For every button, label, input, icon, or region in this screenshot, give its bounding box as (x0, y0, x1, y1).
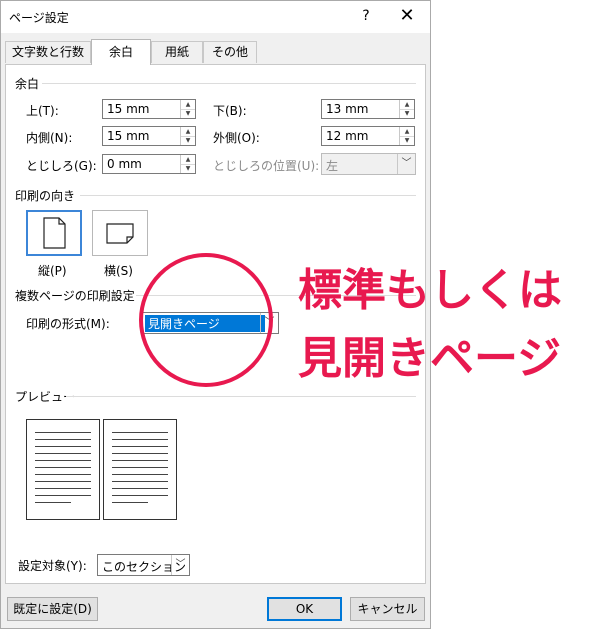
spin-down-icon[interactable]: ▼ (400, 109, 414, 118)
spin-down-icon[interactable]: ▼ (181, 164, 195, 173)
gutter-spinner[interactable]: 0 mm ▲ ▼ (102, 154, 196, 174)
top-margin-spinner[interactable]: 15 mm ▲ ▼ (102, 99, 196, 119)
top-margin-label: 上(T): (26, 104, 59, 118)
multiple-pages-heading: 複数ページの印刷設定 (15, 289, 135, 303)
portrait-page-icon (43, 217, 66, 249)
title-bar: ページ設定 ? ✕ (1, 1, 430, 33)
bottom-margin-label: 下(B): (213, 104, 247, 118)
portrait-label: 縦(P) (38, 264, 67, 278)
set-default-button[interactable]: 既定に設定(D) (7, 597, 98, 621)
gutter-value: 0 mm (107, 157, 142, 171)
outside-margin-spinner[interactable]: 12 mm ▲ ▼ (321, 126, 415, 146)
tab-document-grid[interactable]: 文字数と行数 (5, 41, 91, 63)
landscape-label: 横(S) (104, 264, 133, 278)
preview-right-page (103, 419, 177, 520)
orientation-heading: 印刷の向き (15, 189, 76, 203)
close-button[interactable]: ✕ (396, 5, 418, 27)
outside-margin-value: 12 mm (326, 129, 369, 143)
outside-margin-label: 外側(O): (213, 131, 260, 145)
gutter-position-value: 左 (326, 159, 339, 173)
tab-other[interactable]: その他 (203, 41, 257, 63)
spin-down-icon[interactable]: ▼ (181, 109, 195, 118)
margins-heading: 余白 (15, 77, 40, 91)
divider (66, 396, 416, 397)
chevron-down-icon: ﹀ (171, 555, 189, 575)
divider (80, 195, 416, 196)
chevron-down-icon: ﹀ (397, 154, 415, 174)
gutter-label: とじしろ(G): (26, 159, 97, 173)
ok-button[interactable]: OK (267, 597, 342, 621)
spin-down-icon[interactable]: ▼ (181, 136, 195, 145)
apply-to-select[interactable]: このセクション ﹀ (97, 554, 190, 576)
spin-down-icon[interactable]: ▼ (400, 136, 414, 145)
inside-margin-spinner[interactable]: 15 mm ▲ ▼ (102, 126, 196, 146)
tab-paper[interactable]: 用紙 (151, 41, 203, 63)
preview-left-page (26, 419, 100, 520)
bottom-margin-value: 13 mm (326, 102, 369, 116)
gutter-position-select[interactable]: 左 ﹀ (321, 153, 416, 175)
landscape-button[interactable] (92, 210, 148, 256)
top-margin-value: 15 mm (107, 102, 150, 116)
annotation-line-2: 見開きページ (298, 333, 562, 384)
inside-margin-value: 15 mm (107, 129, 150, 143)
cancel-button[interactable]: キャンセル (350, 597, 425, 621)
portrait-button[interactable] (26, 210, 82, 256)
highlight-circle (139, 253, 273, 387)
annotation-line-1: 標準もしくは (298, 265, 562, 316)
multiple-pages-label: 印刷の形式(M): (26, 317, 110, 331)
window-title: ページ設定 (9, 11, 69, 25)
bottom-margin-spinner[interactable]: 13 mm ▲ ▼ (321, 99, 415, 119)
inside-margin-label: 内側(N): (26, 131, 73, 145)
apply-to-label: 設定対象(Y): (18, 559, 87, 573)
landscape-page-icon (106, 223, 134, 244)
help-button[interactable]: ? (356, 5, 376, 27)
divider (42, 83, 416, 84)
tab-margins[interactable]: 余白 (91, 39, 151, 65)
gutter-position-label: とじしろの位置(U): (213, 159, 320, 173)
